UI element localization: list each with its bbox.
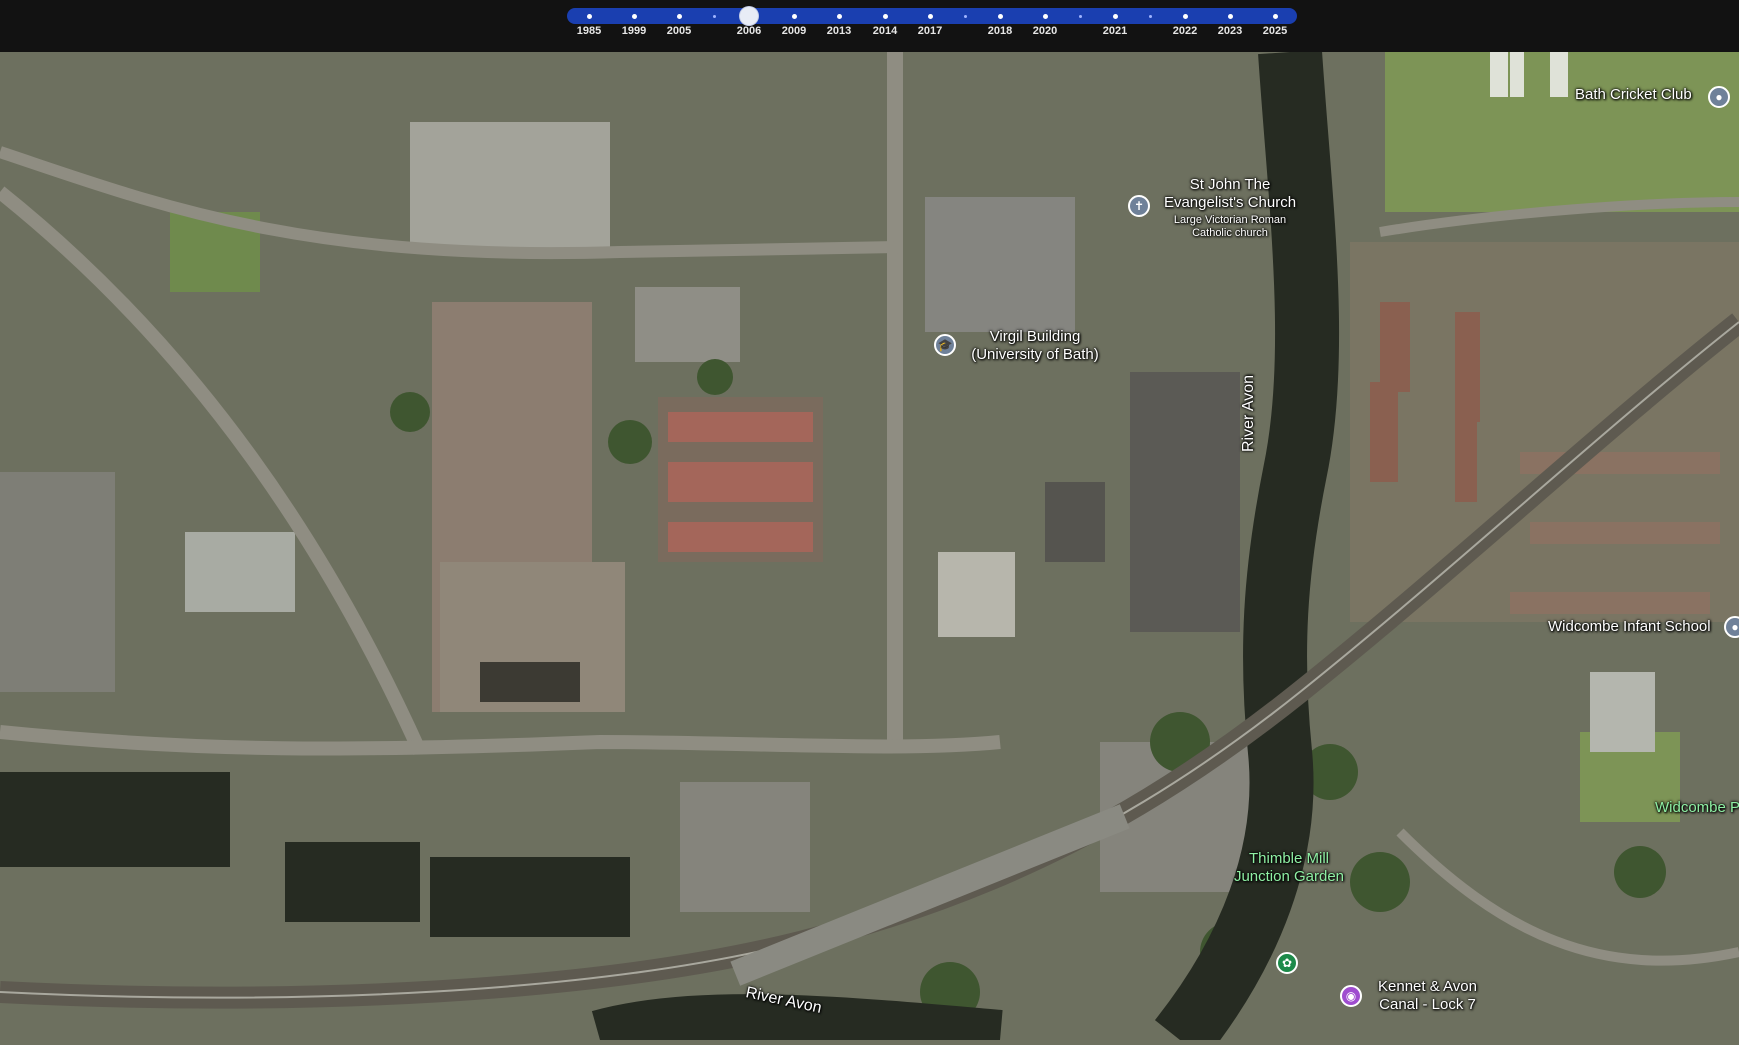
timeline-dot[interactable] <box>836 13 842 19</box>
place-label-thimble-mill[interactable]: Thimble Mill Junction Garden <box>1226 850 1352 886</box>
timeline-minor-dot[interactable] <box>1148 14 1152 18</box>
flower-icon[interactable]: ✿ <box>1276 952 1298 974</box>
car-park-west <box>0 472 115 692</box>
place-description-st-john-church: Large Victorian Roman Catholic church <box>1173 214 1287 239</box>
school-icon[interactable]: ● <box>1724 616 1739 638</box>
car-park-central <box>925 197 1075 332</box>
place-label-kennet-avon-lock[interactable]: Kennet & Avon Canal - Lock 7 <box>1370 978 1485 1014</box>
timeline-dot[interactable] <box>1112 13 1118 19</box>
place-label-st-john-church[interactable]: St John The Evangelist's Church <box>1160 176 1300 212</box>
timeline-dot[interactable] <box>927 13 933 19</box>
timeline-dot[interactable] <box>586 13 592 19</box>
timeline-dot[interactable] <box>882 13 888 19</box>
timeline-dot[interactable] <box>1227 13 1233 19</box>
location-pin-icon[interactable]: ● <box>1708 86 1730 108</box>
timeline-dot[interactable] <box>997 13 1003 19</box>
timeline-dot[interactable] <box>676 13 682 19</box>
timeline-dot[interactable] <box>1272 13 1278 19</box>
place-label-widcombe-partial[interactable]: Widcombe P <box>1655 799 1739 817</box>
river-avon-south <box>591 994 1003 1045</box>
timeline-year-label[interactable]: 2017 <box>900 25 960 37</box>
timeline-dot[interactable] <box>1042 13 1048 19</box>
timeline-year-label[interactable]: 2020 <box>1015 25 1075 37</box>
timeline-year-label[interactable]: 2005 <box>649 25 709 37</box>
timeline-minor-dot[interactable] <box>712 14 716 18</box>
church-cross-icon[interactable]: ✝ <box>1128 195 1150 217</box>
timeline-handle[interactable] <box>740 7 758 25</box>
camera-icon[interactable]: ◉ <box>1340 985 1362 1007</box>
place-label-virgil-building[interactable]: Virgil Building (University of Bath) <box>965 328 1105 364</box>
timeline-dot[interactable] <box>1182 13 1188 19</box>
timeline-year-label[interactable]: 2025 <box>1245 25 1305 37</box>
timeline-bar: 1985 1999 2005 2006 2009 2013 2014 2017 2018 2020… <box>0 0 1739 52</box>
place-label-bath-cricket-club[interactable]: Bath Cricket Club <box>1575 86 1692 104</box>
aerial-imagery <box>0 49 1739 1045</box>
timeline-dot[interactable] <box>631 13 637 19</box>
graduation-cap-icon[interactable]: 🎓 <box>934 334 956 356</box>
timeline-minor-dot[interactable] <box>963 14 967 18</box>
timeline-minor-dot[interactable] <box>1078 14 1082 18</box>
year-timeline-slider[interactable]: 1985 1999 2005 2006 2009 2013 2014 2017 2018 2020… <box>567 7 1297 37</box>
satellite-map[interactable]: Bath Cricket Club ● ✝ St John The Evange… <box>0 49 1739 1045</box>
timeline-dot[interactable] <box>791 13 797 19</box>
river-west <box>0 772 230 867</box>
place-label-widcombe-infant-school[interactable]: Widcombe Infant School <box>1548 618 1711 636</box>
timeline-year-label[interactable]: 2021 <box>1085 25 1145 37</box>
river-label-avon-east: River Avon <box>1240 374 1257 452</box>
